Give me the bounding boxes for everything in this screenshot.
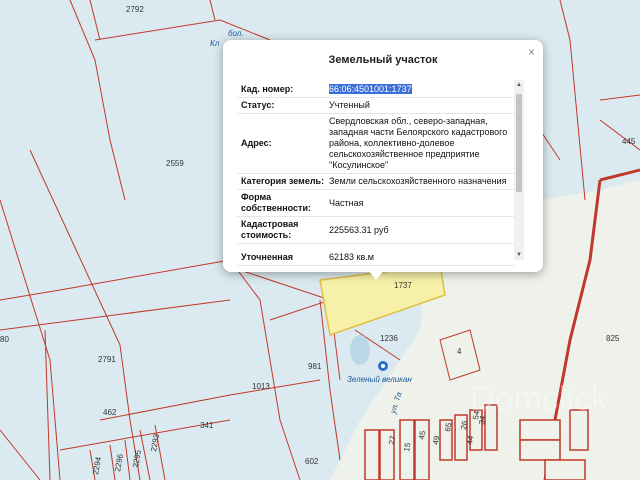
parcel-label: 341 — [200, 421, 214, 430]
parcel-label: 2791 — [98, 355, 116, 364]
parcel-label: 602 — [305, 457, 319, 466]
scrollbar-thumb[interactable] — [516, 94, 522, 192]
parcel-label: 2296 — [113, 453, 125, 473]
row-cadastral-value: Кадастровая стоимость: 225563.31 руб — [237, 217, 515, 244]
row-key: Форма собственности: — [241, 192, 311, 213]
row-value[interactable]: 66:06:4501001:1737 — [327, 82, 515, 97]
row-key: Кадастровая стоимость: — [241, 219, 299, 240]
parcel-label: 981 — [308, 362, 322, 371]
parcel-label: 80 — [0, 335, 9, 344]
parcel-label: 1236 — [380, 334, 398, 343]
row-value: 225563.31 руб — [329, 224, 389, 235]
row-key: Кад. номер: — [241, 84, 294, 94]
row-key: Уточненная — [241, 252, 293, 262]
row-value: Земли сельскохозяйственного назначения — [329, 176, 507, 186]
row-cadastral-number: Кад. номер: 66:06:4501001:1737 — [237, 82, 515, 98]
info-table: Кад. номер: 66:06:4501001:1737 Статус: У… — [237, 82, 515, 300]
place-label: Зеленый великан — [347, 375, 412, 384]
parcel-label: 2559 — [166, 159, 184, 168]
row-value: Свердловская обл., северо-западная, запа… — [329, 116, 508, 170]
parcel-label: 462 — [103, 408, 117, 417]
row-ownership: Форма собственности: Частная — [237, 190, 515, 217]
district-boundary-2 — [599, 168, 640, 182]
parcel-label: 2295 — [131, 449, 143, 469]
close-icon[interactable]: × — [528, 45, 535, 59]
place-label: бол. — [228, 29, 244, 38]
popup-pointer — [368, 270, 384, 280]
scroll-down-icon[interactable]: ▼ — [516, 252, 522, 258]
row-key: Адрес: — [241, 138, 272, 148]
row-value: 62183 кв.м — [329, 252, 374, 262]
parcel-label: 2792 — [126, 5, 144, 14]
parcel-label: 445 — [622, 137, 636, 146]
popup-title: Земельный участок — [328, 54, 438, 66]
popup-scrollbar[interactable]: ▲ ▼ — [514, 80, 524, 260]
location-pin-center — [381, 364, 385, 368]
watermark: Domclick — [470, 380, 609, 418]
parcel-info-popup: Земельный участок × Кад. номер: 66:06:45… — [223, 40, 543, 272]
row-value: Частная — [329, 197, 364, 208]
row-status: Статус: Учтенный — [237, 98, 515, 114]
pond — [350, 335, 370, 365]
row-key: Категория земель: — [241, 176, 325, 186]
parcel-label: 4 — [457, 347, 462, 356]
row-address: Адрес: Свердловская обл., северо-западна… — [237, 114, 515, 174]
scroll-up-icon[interactable]: ▲ — [516, 82, 522, 88]
parcel-label: 2294 — [91, 456, 103, 476]
parcel-label: 825 — [606, 334, 620, 343]
row-value: Учтенный — [329, 100, 370, 110]
row-category: Категория земель: Земли сельскохозяйстве… — [237, 174, 515, 190]
row-area: Уточненная 62183 кв.м — [237, 244, 515, 266]
cadastral-number-value[interactable]: 66:06:4501001:1737 — [329, 84, 412, 94]
row-key: Статус: — [241, 100, 275, 110]
parcel-label: 1013 — [252, 382, 270, 391]
place-label: Кл — [210, 39, 220, 48]
